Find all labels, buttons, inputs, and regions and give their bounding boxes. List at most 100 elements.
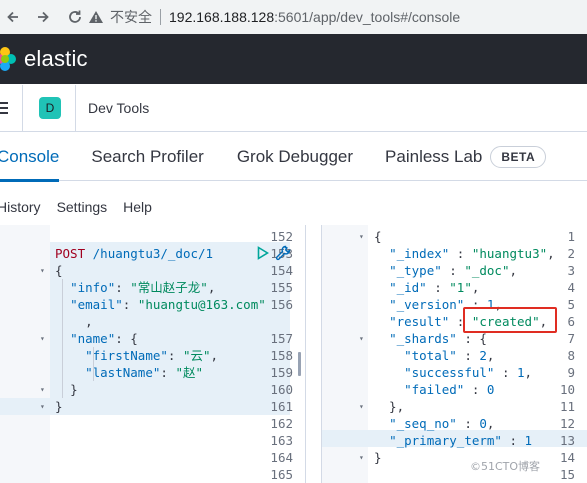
code-line: "lastName": "赵" (85, 365, 203, 380)
settings-link[interactable]: Settings (57, 199, 108, 215)
arrow-left-icon (7, 11, 18, 23)
response-code: "_index" : "huangtu3", (389, 246, 555, 261)
tab-search-profiler[interactable]: Search Profiler (91, 133, 203, 181)
tab-painless-lab[interactable]: Painless Lab BETA (385, 133, 547, 181)
code-line: , (85, 314, 93, 329)
line-number: 162 (270, 416, 293, 431)
code-line: { (55, 263, 63, 278)
play-icon[interactable] (257, 246, 269, 260)
url-host: 192.168.188.128 (169, 9, 275, 25)
code-line: "info": "常山赵子龙", (70, 280, 216, 295)
history-link[interactable]: History (0, 199, 41, 215)
code-line: } (70, 382, 78, 397)
line-number: 9 (567, 365, 575, 380)
tab-grok-debugger[interactable]: Grok Debugger (237, 133, 353, 181)
line-number-row: 165 (0, 466, 305, 483)
response-line: 13 "_primary_term" : 1 (322, 432, 587, 449)
reload-button[interactable] (62, 4, 88, 30)
response-line: 3 "_type" : "_doc", (322, 262, 587, 279)
response-code: "successful" : 1, (404, 365, 533, 380)
indent-guide (62, 279, 63, 398)
dev-tools-tabs: Console Search Profiler Grok Debugger Pa… (0, 133, 587, 182)
address-separator (160, 9, 161, 25)
response-line: 10 "failed" : 0 (322, 381, 587, 398)
response-line: 9 "successful" : 1, (322, 364, 587, 381)
line-number: 3 (567, 263, 575, 278)
watermark: ©51CTO博客 (470, 460, 541, 473)
response-code: }, (374, 399, 405, 414)
back-button[interactable] (0, 4, 26, 30)
line-number-row: 152 (0, 228, 305, 245)
response-editor: 1 ▾ {2 "_index" : "huangtu3", 3 "_type" : "… (322, 225, 587, 483)
request-actions (257, 245, 291, 261)
menu-icon[interactable] (0, 101, 12, 114)
editor-resize-handle[interactable] (298, 352, 301, 376)
response-code: { (374, 229, 382, 244)
response-code: "_id" : "1", (389, 280, 480, 295)
line-number-row: 163 (0, 432, 305, 449)
wrench-icon[interactable] (275, 245, 291, 261)
fold-toggle-icon[interactable]: ▾ (359, 449, 364, 466)
line-number: 10 (559, 382, 575, 397)
insecure-label: 不安全 (110, 9, 152, 25)
line-number: 8 (567, 348, 575, 363)
line-number: 14 (559, 450, 575, 465)
tab-console[interactable]: Console (0, 133, 60, 182)
request-method: POST (55, 246, 86, 261)
code-line: } (55, 399, 63, 414)
line-number: 165 (270, 467, 293, 482)
app-header: D Dev Tools (0, 84, 587, 132)
arrow-right-icon (38, 11, 49, 23)
console-menu: History Settings Help (0, 194, 152, 220)
request-editor[interactable]: 152 153 154 ▾ 155 156 157 ▾ 158 159 160 ▾ 161 ▾ 162 163… (0, 225, 305, 483)
brand-name: elastic (24, 46, 88, 71)
elastic-logo-icon[interactable] (0, 46, 18, 72)
fold-toggle-icon[interactable]: ▾ (359, 398, 364, 415)
line-number: 163 (270, 433, 293, 448)
response-line: 8 "total" : 2, (322, 347, 587, 364)
beta-badge: BETA (490, 145, 547, 168)
response-line: 4 "_id" : "1", (322, 279, 587, 296)
header-divider (75, 84, 76, 131)
line-number: 15 (559, 467, 575, 482)
response-line: 12 "_seq_no" : 0, (322, 415, 587, 432)
response-code: "_type" : "_doc", (389, 263, 518, 278)
url-path: :5601/app/dev_tools#/console (274, 9, 461, 25)
help-link[interactable]: Help (123, 199, 152, 215)
response-code: } (374, 450, 382, 465)
code-line: "firstName": "云", (85, 348, 219, 363)
line-number: 12 (559, 416, 575, 431)
code-line: "email": "huangtu@163.com" (70, 297, 266, 312)
code-line: "name": { (70, 331, 138, 346)
line-number: 152 (270, 229, 293, 244)
space-avatar[interactable]: D (39, 96, 61, 119)
address-bar[interactable]: 不安全 192.168.188.128:5601/app/dev_tools#/… (88, 4, 587, 30)
request-url: /huangtu3/_doc/1 (92, 246, 214, 261)
response-code: "failed" : 0 (404, 382, 495, 397)
response-code: "_seq_no" : 0, (389, 416, 495, 431)
fold-toggle-icon[interactable]: ▾ (359, 330, 364, 347)
response-line: 15 (322, 466, 587, 483)
line-number: 13 (559, 433, 575, 448)
header-divider (22, 84, 23, 131)
breadcrumb-dev-tools[interactable]: Dev Tools (88, 100, 149, 116)
pane-divider[interactable] (305, 225, 322, 483)
response-code: "total" : 2, (404, 348, 495, 363)
browser-toolbar: 不安全 192.168.188.128:5601/app/dev_tools#/… (0, 0, 587, 34)
fold-toggle-icon[interactable]: ▾ (359, 228, 364, 245)
line-number-row: 162 (0, 415, 305, 432)
line-number-row: 164 (0, 449, 305, 466)
result-highlight-box (463, 307, 557, 333)
response-line: 14 ▾} (322, 449, 587, 466)
response-line: 2 "_index" : "huangtu3", (322, 245, 587, 262)
forward-button[interactable] (30, 4, 56, 30)
line-number: 4 (567, 280, 575, 295)
response-line: 11 ▾ }, (322, 398, 587, 415)
response-line: 1 ▾ { (322, 228, 587, 245)
line-number: 164 (270, 450, 293, 465)
line-number: 11 (559, 399, 575, 414)
indent-guide (93, 347, 94, 381)
reload-icon (69, 10, 81, 23)
warning-icon (88, 10, 104, 24)
elastic-header: elastic (0, 34, 587, 84)
